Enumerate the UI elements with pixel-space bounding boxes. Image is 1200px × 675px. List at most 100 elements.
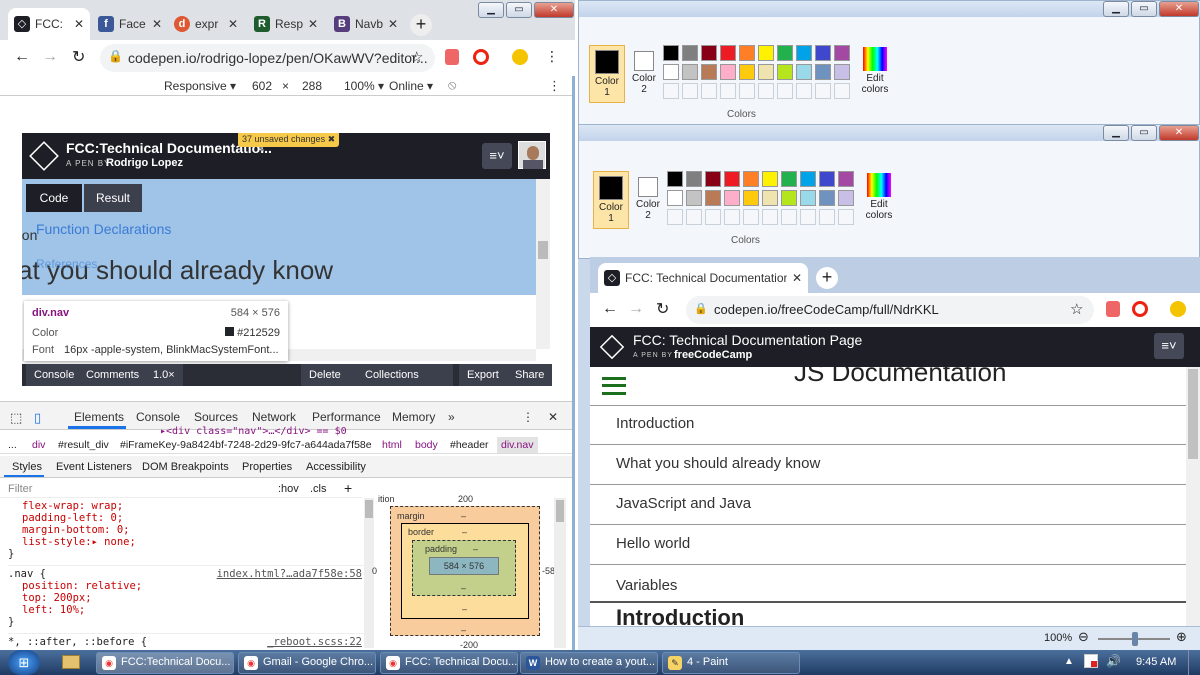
close-icon[interactable]: ✕: [228, 17, 238, 31]
tab-respond[interactable]: R Resp ✕: [248, 8, 324, 40]
show-desktop-button[interactable]: [1188, 650, 1200, 675]
new-tab-button[interactable]: +: [410, 14, 432, 36]
palette-swatch[interactable]: [800, 190, 816, 206]
palette-swatch[interactable]: [686, 190, 702, 206]
palette-swatch[interactable]: [663, 45, 679, 61]
layout-menu-icon[interactable]: ≡˅: [1154, 333, 1184, 359]
close-window-button[interactable]: ✕: [534, 2, 574, 18]
palette-swatch-empty[interactable]: [781, 209, 797, 225]
palette-swatch[interactable]: [838, 190, 854, 206]
back-icon[interactable]: ←: [602, 300, 618, 318]
boxmodel-scrollbar[interactable]: [554, 498, 566, 648]
palette-swatch-empty[interactable]: [800, 209, 816, 225]
share-button[interactable]: Share: [507, 364, 553, 386]
palette-swatch[interactable]: [667, 190, 683, 206]
palette-swatch[interactable]: [705, 190, 721, 206]
palette-swatch-empty[interactable]: [815, 83, 831, 99]
hamburger-icon[interactable]: [602, 377, 626, 395]
windows-start-icon[interactable]: ⊞: [8, 650, 40, 675]
volume-icon[interactable]: 🔊: [1106, 654, 1121, 668]
tab-code[interactable]: Code: [26, 184, 82, 212]
palette-swatch[interactable]: [701, 45, 717, 61]
nav-item[interactable]: Hello world: [590, 525, 1186, 565]
palette-swatch[interactable]: [739, 45, 755, 61]
taskbar-item[interactable]: ◉ Gmail - Google Chro...: [238, 652, 376, 674]
palette-swatch-empty[interactable]: [796, 83, 812, 99]
star-icon[interactable]: ☆: [410, 48, 423, 66]
tab-sources[interactable]: Sources: [194, 410, 238, 424]
hov-toggle[interactable]: :hov: [278, 483, 299, 495]
device-toggle-icon[interactable]: ▯: [34, 410, 41, 426]
palette-swatch[interactable]: [686, 171, 702, 187]
responsive-select[interactable]: Responsive ▾: [164, 79, 236, 93]
palette-swatch[interactable]: [701, 64, 717, 80]
minimize-button[interactable]: ▁: [1103, 125, 1129, 141]
rotate-icon[interactable]: ⦸: [448, 77, 456, 93]
filter-input[interactable]: Filter: [8, 483, 32, 495]
palette-swatch[interactable]: [758, 64, 774, 80]
nav-item[interactable]: What you should already know: [590, 445, 1186, 485]
layout-menu-icon[interactable]: ≡˅: [482, 143, 512, 169]
edit-colors-button[interactable]: Edit colors: [857, 47, 893, 103]
palette-swatch-empty[interactable]: [762, 209, 778, 225]
close-icon[interactable]: ✕: [74, 17, 84, 31]
nav-item[interactable]: Variables: [590, 565, 1186, 603]
palette-swatch[interactable]: [819, 171, 835, 187]
palette-swatch[interactable]: [739, 64, 755, 80]
collections-button[interactable]: Collections ▾: [349, 364, 453, 386]
maximize-button[interactable]: ▭: [1131, 1, 1157, 17]
palette-swatch-empty[interactable]: [743, 209, 759, 225]
palette-swatch[interactable]: [720, 45, 736, 61]
console-button[interactable]: Console: [26, 364, 83, 386]
close-icon[interactable]: ✕: [308, 17, 318, 31]
palette-swatch-empty[interactable]: [682, 83, 698, 99]
nav-item[interactable]: Introduction: [590, 405, 1186, 445]
palette-swatch[interactable]: [781, 190, 797, 206]
color1-button[interactable]: Color 1: [593, 171, 629, 229]
zoom-button[interactable]: 1.0×: [145, 364, 183, 386]
add-rule-button[interactable]: +: [344, 480, 352, 496]
show-hidden-icons[interactable]: ▲: [1064, 656, 1074, 667]
palette-swatch-empty[interactable]: [724, 209, 740, 225]
shield-icon[interactable]: [1106, 301, 1120, 317]
height-input[interactable]: 288: [302, 79, 322, 93]
taskbar-item[interactable]: ✎ 4 - Paint: [662, 652, 800, 674]
taskbar-item[interactable]: ◉ FCC:Technical Docu...: [96, 652, 234, 674]
minimize-button[interactable]: ▁: [1103, 1, 1129, 17]
nav-item[interactable]: JavaScript and Java: [590, 485, 1186, 525]
network-flag-icon[interactable]: [1084, 654, 1098, 668]
new-tab-button[interactable]: +: [816, 267, 838, 289]
tab-duckduckgo[interactable]: d expr ✕: [168, 8, 244, 40]
avatar[interactable]: [518, 141, 546, 169]
reload-icon[interactable]: ↻: [656, 299, 669, 319]
palette-swatch[interactable]: [667, 171, 683, 187]
tab-facebook[interactable]: f Face ✕: [92, 8, 168, 40]
devtools-menu-icon[interactable]: ⋮: [522, 410, 534, 424]
palette-swatch[interactable]: [777, 45, 793, 61]
opera-icon[interactable]: [1132, 301, 1148, 317]
star-icon[interactable]: ☆: [1070, 300, 1083, 318]
close-window-button[interactable]: ✕: [1159, 1, 1199, 17]
palette-swatch-empty[interactable]: [686, 209, 702, 225]
palette-swatch[interactable]: [663, 64, 679, 80]
palette-swatch[interactable]: [796, 45, 812, 61]
url-input[interactable]: 🔒 codepen.io/rodrigo-lopez/pen/OKawWV?ed…: [100, 44, 435, 72]
export-button[interactable]: Export: [459, 364, 507, 386]
scrollbar[interactable]: [1186, 367, 1200, 637]
palette-swatch-empty[interactable]: [777, 83, 793, 99]
palette-swatch[interactable]: [815, 45, 831, 61]
tab-elements[interactable]: Elements: [74, 410, 124, 424]
more-tabs-icon[interactable]: »: [448, 410, 455, 424]
taskbar-item[interactable]: ◉ FCC: Technical Docu...: [380, 652, 518, 674]
back-icon[interactable]: ←: [14, 48, 30, 66]
tab-network[interactable]: Network: [252, 410, 296, 424]
palette-swatch[interactable]: [781, 171, 797, 187]
scrollbar[interactable]: [536, 179, 550, 349]
palette-swatch[interactable]: [834, 64, 850, 80]
forward-icon[interactable]: →: [42, 48, 58, 66]
palette-swatch[interactable]: [682, 45, 698, 61]
palette-swatch[interactable]: [834, 45, 850, 61]
palette-swatch-empty[interactable]: [838, 209, 854, 225]
inspect-icon[interactable]: ⬚: [10, 410, 22, 426]
palette-swatch[interactable]: [743, 171, 759, 187]
